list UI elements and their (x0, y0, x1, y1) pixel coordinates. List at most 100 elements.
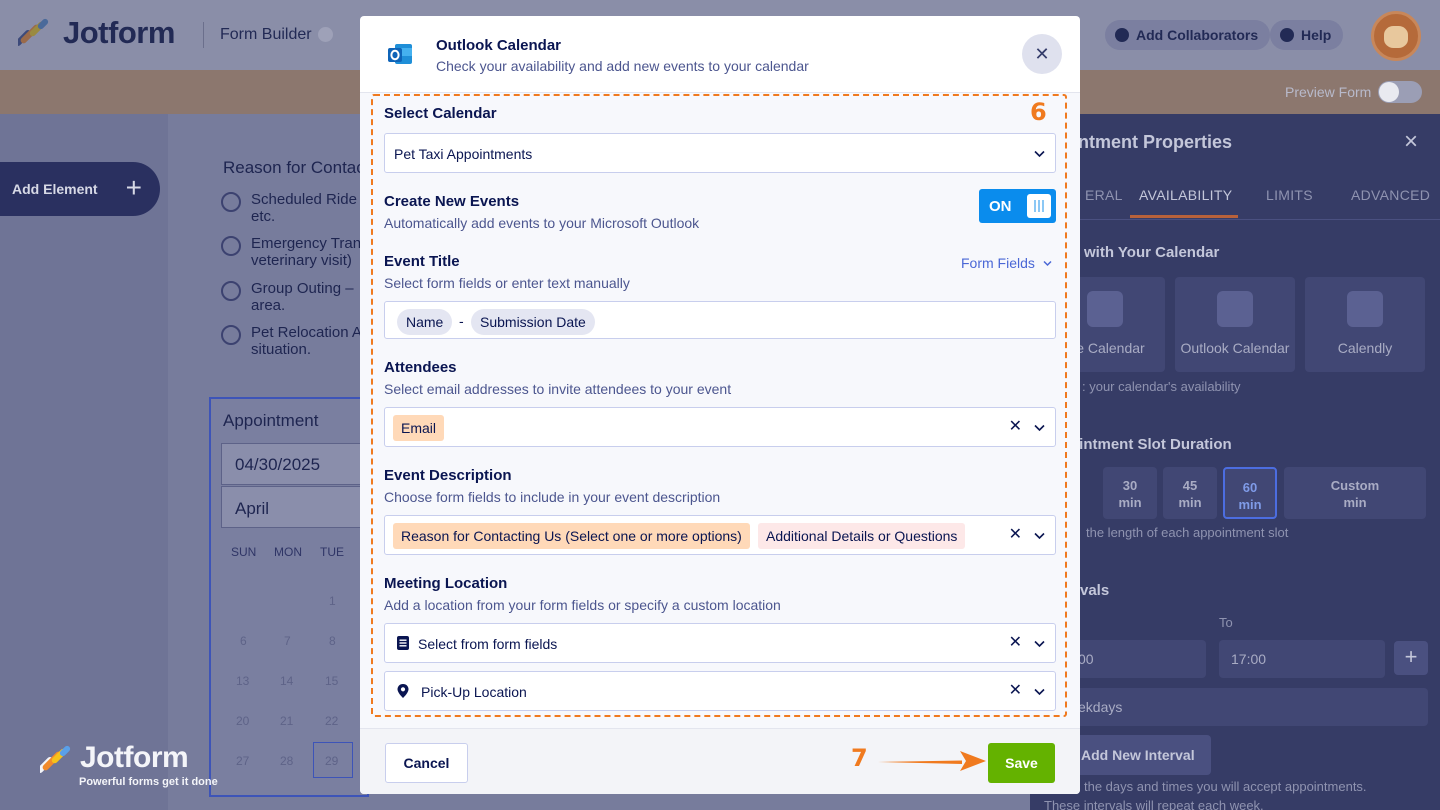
location-source-select[interactable]: Select from form fields ✕ (384, 623, 1056, 663)
calendar-day[interactable]: 1 (329, 594, 336, 608)
card-label: Calendly (1337, 340, 1393, 356)
intervals-note: These intervals will repeat each week. (1044, 798, 1264, 810)
toggle-state-label: ON (989, 198, 1012, 215)
option-label: Emergency Tran (251, 235, 362, 252)
option-label: etc. (251, 208, 276, 225)
option-label: area. (251, 297, 286, 314)
divider (1030, 219, 1440, 220)
radio-circle[interactable] (221, 192, 241, 212)
meeting-location-label: Meeting Location (384, 575, 508, 592)
calendar-day[interactable]: 28 (280, 754, 293, 768)
add-time-button[interactable]: + (1394, 641, 1428, 675)
cancel-button[interactable]: Cancel (385, 743, 468, 783)
clear-icon[interactable]: ✕ (1009, 634, 1022, 652)
calendar-select-value: Pet Taxi Appointments (394, 146, 533, 162)
calendar-day[interactable]: 14 (280, 674, 293, 688)
outlook-calendar-icon (1217, 291, 1253, 327)
event-description-select[interactable]: Reason for Contacting Us (Select one or … (384, 515, 1056, 555)
location-field-select[interactable]: Pick-Up Location ✕ (384, 671, 1056, 711)
chevron-down-icon[interactable] (318, 27, 333, 42)
form-fields-dropdown[interactable]: Form Fields (961, 255, 1052, 271)
calendly-card[interactable]: Calendly (1305, 277, 1425, 372)
event-title-input[interactable]: Name - Submission Date (384, 301, 1056, 339)
attendees-select[interactable]: Email ✕ (384, 407, 1056, 447)
calendar-day[interactable]: 8 (329, 634, 336, 648)
properties-title: ointment Properties (1062, 132, 1233, 152)
select-calendar-label: Select Calendar (384, 105, 497, 122)
name-chip[interactable]: Name (397, 309, 453, 335)
submission-date-chip[interactable]: Submission Date (471, 309, 595, 335)
slot-value: 30 (1122, 478, 1138, 493)
close-icon[interactable]: × (1404, 130, 1418, 154)
tab-limits[interactable]: LIMITS (1266, 187, 1313, 203)
calendar-day[interactable]: 27 (236, 754, 249, 768)
header-divider (203, 22, 204, 48)
tab-availability[interactable]: AVAILABILITY (1139, 187, 1232, 203)
slot-unit: min (1238, 497, 1262, 512)
chevron-down-icon[interactable] (1034, 686, 1045, 697)
step-number-6: 6 (1030, 98, 1047, 126)
radio-circle[interactable] (221, 325, 241, 345)
calendar-day[interactable]: 13 (236, 674, 249, 688)
active-tab-indicator (1130, 215, 1238, 218)
radio-circle[interactable] (221, 236, 241, 256)
calendar-day[interactable]: 7 (284, 634, 291, 648)
option-label: Scheduled Ride (251, 191, 357, 208)
calendar-day[interactable]: 22 (325, 714, 338, 728)
intervals-note: the days and times you will accept appoi… (1084, 779, 1367, 794)
toggle-knob (1027, 194, 1051, 218)
meeting-location-description: Add a location from your form fields or … (384, 597, 781, 613)
close-modal-button[interactable]: ✕ (1022, 34, 1062, 74)
slot-unit: min (1118, 495, 1142, 510)
plus-icon: + (125, 172, 142, 203)
clear-icon[interactable]: ✕ (1009, 526, 1022, 544)
calendar-select[interactable]: Pet Taxi Appointments (384, 133, 1056, 173)
outlook-icon (388, 44, 412, 64)
calendar-day[interactable]: 6 (240, 634, 247, 648)
add-element-button[interactable]: Add Element + (0, 162, 160, 216)
option-label: situation. (251, 341, 312, 358)
attendees-description: Select email addresses to invite attende… (384, 381, 732, 397)
radio-circle[interactable] (221, 281, 241, 301)
avatar[interactable] (1371, 11, 1421, 61)
days-select[interactable]: ekdays (1066, 688, 1428, 726)
chevron-down-icon[interactable] (1034, 422, 1045, 433)
create-events-toggle[interactable]: ON (979, 189, 1056, 223)
form-builder-menu[interactable]: Form Builder (220, 26, 312, 44)
email-tag[interactable]: Email (393, 415, 445, 441)
slot-45-button[interactable]: 45 min (1163, 467, 1217, 519)
outlook-calendar-card[interactable]: Outlook Calendar (1175, 277, 1295, 372)
help-button[interactable]: Help (1270, 20, 1344, 50)
clear-icon[interactable]: ✕ (1009, 682, 1022, 700)
slot-unit: min (1343, 495, 1367, 510)
reason-tag[interactable]: Reason for Contacting Us (Select one or … (393, 523, 750, 549)
jotform-logo-text[interactable]: Jotform (63, 15, 175, 51)
month-select[interactable]: April (221, 486, 371, 528)
slot-note: the length of each appointment slot (1086, 525, 1289, 540)
additional-details-tag[interactable]: Additional Details or Questions (758, 523, 966, 549)
save-button[interactable]: Save (988, 743, 1055, 783)
calendly-icon (1347, 291, 1383, 327)
date-input[interactable]: 04/30/2025 (221, 443, 371, 485)
preview-form-label: Preview Form (1285, 84, 1372, 100)
slot-duration-heading: pintment Slot Duration (1070, 436, 1232, 453)
from-time-input[interactable]: 00 (1066, 640, 1206, 678)
tab-general[interactable]: ERAL (1085, 187, 1123, 203)
chevron-down-icon[interactable] (1034, 530, 1045, 541)
to-time-input[interactable]: 17:00 (1219, 640, 1385, 678)
slot-custom-button[interactable]: Custom min (1284, 467, 1426, 519)
calendar-day[interactable]: 20 (236, 714, 249, 728)
chevron-down-icon[interactable] (1034, 638, 1045, 649)
preview-form-toggle[interactable] (1378, 81, 1422, 103)
calendar-day[interactable]: 15 (325, 674, 338, 688)
slot-value: 60 (1242, 480, 1258, 495)
tab-advanced[interactable]: ADVANCED (1351, 187, 1430, 203)
create-events-label: Create New Events (384, 193, 520, 210)
slot-30-button[interactable]: 30 min (1103, 467, 1157, 519)
slot-60-button[interactable]: 60 min (1223, 467, 1277, 519)
calendar-day[interactable]: 21 (280, 714, 293, 728)
add-new-interval-button[interactable]: Add New Interval (1066, 735, 1211, 775)
clear-icon[interactable]: ✕ (1009, 418, 1022, 436)
add-collaborators-button[interactable]: Add Collaborators (1105, 20, 1271, 50)
appointment-title: Appointment (223, 411, 319, 430)
